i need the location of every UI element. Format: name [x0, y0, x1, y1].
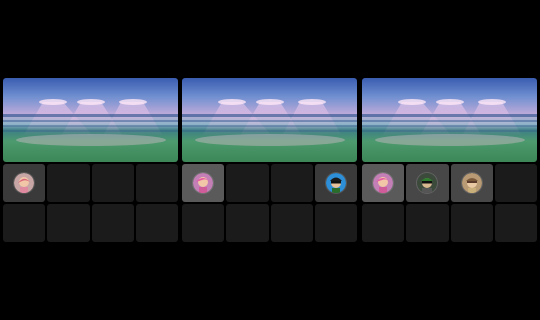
stadium-lights-banner [362, 78, 537, 162]
player-slot[interactable] [450, 164, 493, 202]
player-slot-empty[interactable] [182, 204, 225, 242]
player-slot[interactable] [406, 164, 449, 202]
player-slot-grid [3, 164, 178, 242]
player-slot-grid [182, 164, 357, 242]
player-slot-empty[interactable] [47, 204, 90, 242]
player-slot-empty[interactable] [226, 204, 269, 242]
team-panel-2 [182, 78, 357, 242]
player-slot-empty[interactable] [3, 204, 46, 242]
team-panel-3 [362, 78, 537, 242]
pink-character-avatar [193, 173, 214, 193]
player-slot-empty[interactable] [406, 204, 449, 242]
blue-character-avatar [325, 173, 346, 193]
player-slot-empty[interactable] [494, 164, 537, 202]
lobby-screen [0, 0, 540, 320]
player-slot-empty[interactable] [362, 204, 405, 242]
player-slot-empty[interactable] [450, 204, 493, 242]
player-slot-empty[interactable] [494, 204, 537, 242]
player-slot-grid [362, 164, 537, 242]
player-slot[interactable] [314, 164, 357, 202]
stadium-lights-banner [182, 78, 357, 162]
player-slot[interactable] [362, 164, 405, 202]
player-slot-empty[interactable] [314, 204, 357, 242]
player-slot-empty[interactable] [226, 164, 269, 202]
player-slot[interactable] [3, 164, 46, 202]
stadium-lights-banner [3, 78, 178, 162]
green-character-avatar [417, 173, 438, 193]
player-slot-empty[interactable] [135, 164, 178, 202]
tan-character-avatar [461, 173, 482, 193]
player-slot-empty[interactable] [270, 204, 313, 242]
player-slot-empty[interactable] [270, 164, 313, 202]
player-slot-empty[interactable] [91, 164, 134, 202]
player-slot-empty[interactable] [47, 164, 90, 202]
player-slot[interactable] [182, 164, 225, 202]
team-panel-1 [3, 78, 178, 242]
pink-character-avatar [373, 173, 394, 193]
player-slot-empty[interactable] [135, 204, 178, 242]
pink-character-avatar [14, 173, 35, 193]
player-slot-empty[interactable] [91, 204, 134, 242]
